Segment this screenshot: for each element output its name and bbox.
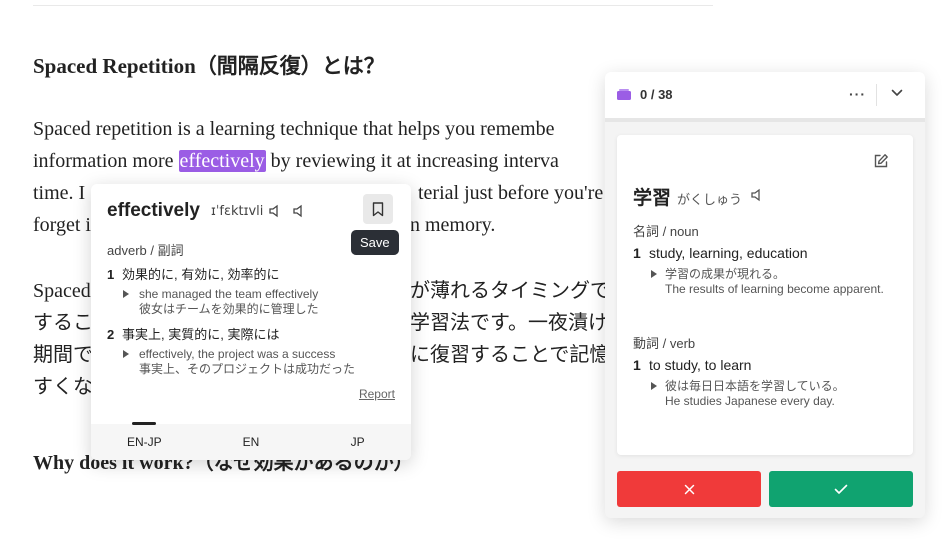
card-sense-verb: 1 to study, to learn <box>633 357 752 373</box>
part-of-speech: adverb / 副詞 <box>107 243 184 258</box>
edit-icon[interactable] <box>873 153 889 169</box>
article-text: information more effectively by reviewin… <box>33 150 559 172</box>
sense-1: 1 効果的に, 有効に, 効率的に <box>107 267 280 282</box>
highlighted-word[interactable]: effectively <box>178 150 266 172</box>
article-text: time. I <box>33 182 86 204</box>
tab-jp[interactable]: JP <box>304 424 411 460</box>
play-example-icon[interactable] <box>123 350 129 358</box>
top-divider <box>33 5 713 6</box>
card-word: 学習 <box>633 188 672 209</box>
save-bookmark-button[interactable] <box>363 194 393 224</box>
example-2: effectively, the project was a success 事… <box>123 347 355 377</box>
deck-icon <box>617 89 631 100</box>
play-example-icon[interactable] <box>123 290 129 298</box>
article-text: 期間で <box>33 344 93 366</box>
article-text: Spaced <box>33 280 91 302</box>
mark-correct-button[interactable] <box>769 471 913 507</box>
article-text: n memory. <box>410 214 496 236</box>
flashcard-panel: 0 / 38 ··· 学習 がくしゅう 名詞 / noun 1 study, le… <box>605 72 925 518</box>
speaker-icon-us[interactable] <box>269 204 281 218</box>
card-pos-verb: 動詞 / verb <box>633 336 696 351</box>
example-1: she managed the team effectively 彼女はチームを… <box>123 287 319 317</box>
popup-word: effectively <box>107 200 200 221</box>
report-link[interactable]: Report <box>359 387 395 401</box>
article-text: 学習法です。一夜漬け <box>410 312 608 334</box>
card-sense-noun: 1 study, learning, education <box>633 245 808 261</box>
dictionary-tabs: EN-JP EN JP <box>91 422 411 460</box>
header-separator <box>876 84 877 106</box>
flashcard-header: 0 / 38 ··· <box>605 72 925 122</box>
popup-ipa: ɪˈfɛktɪvli <box>211 204 264 219</box>
tab-en-jp[interactable]: EN-JP <box>91 422 198 460</box>
check-icon <box>834 484 848 494</box>
article-text: が薄れるタイミングで <box>410 280 610 302</box>
mark-wrong-button[interactable] <box>617 471 761 507</box>
speaker-icon[interactable] <box>751 188 763 202</box>
section-heading-what: Spaced Repetition（間隔反復）とは？ <box>33 54 385 78</box>
tab-en[interactable]: EN <box>198 424 305 460</box>
article-text: するこ <box>33 312 93 334</box>
article-text: に復習することで記憶 <box>410 344 610 366</box>
article-text: forget i <box>33 214 91 236</box>
dictionary-popup: effectively ɪˈfɛktɪvli Save adverb / 副詞 … <box>91 184 411 460</box>
save-tooltip: Save <box>351 230 399 255</box>
article-text: terial just before you're <box>418 182 604 204</box>
card-example-verb: 彼は毎日日本語を学習している。 He studies Japanese ever… <box>651 379 845 409</box>
card-example-noun: 学習の成果が現れる。 The results of learning becom… <box>651 267 884 297</box>
flashcard: 学習 がくしゅう 名詞 / noun 1 study, learning, edu… <box>617 135 913 455</box>
play-example-icon[interactable] <box>651 382 657 390</box>
review-count: 0 / 38 <box>640 87 673 102</box>
more-options-button[interactable]: ··· <box>849 86 866 102</box>
card-reading: がくしゅう <box>677 192 743 207</box>
play-example-icon[interactable] <box>651 270 657 278</box>
article-text: すくな <box>33 376 93 398</box>
chevron-down-icon[interactable] <box>891 89 903 97</box>
close-icon <box>684 484 694 494</box>
speaker-icon-uk[interactable] <box>293 204 305 218</box>
article-text: Spaced repetition is a learning techniqu… <box>33 118 555 140</box>
card-pos-noun: 名詞 / noun <box>633 224 699 239</box>
bookmark-icon <box>372 201 384 216</box>
sense-2: 2 事実上, 実質的に, 実際には <box>107 327 280 342</box>
